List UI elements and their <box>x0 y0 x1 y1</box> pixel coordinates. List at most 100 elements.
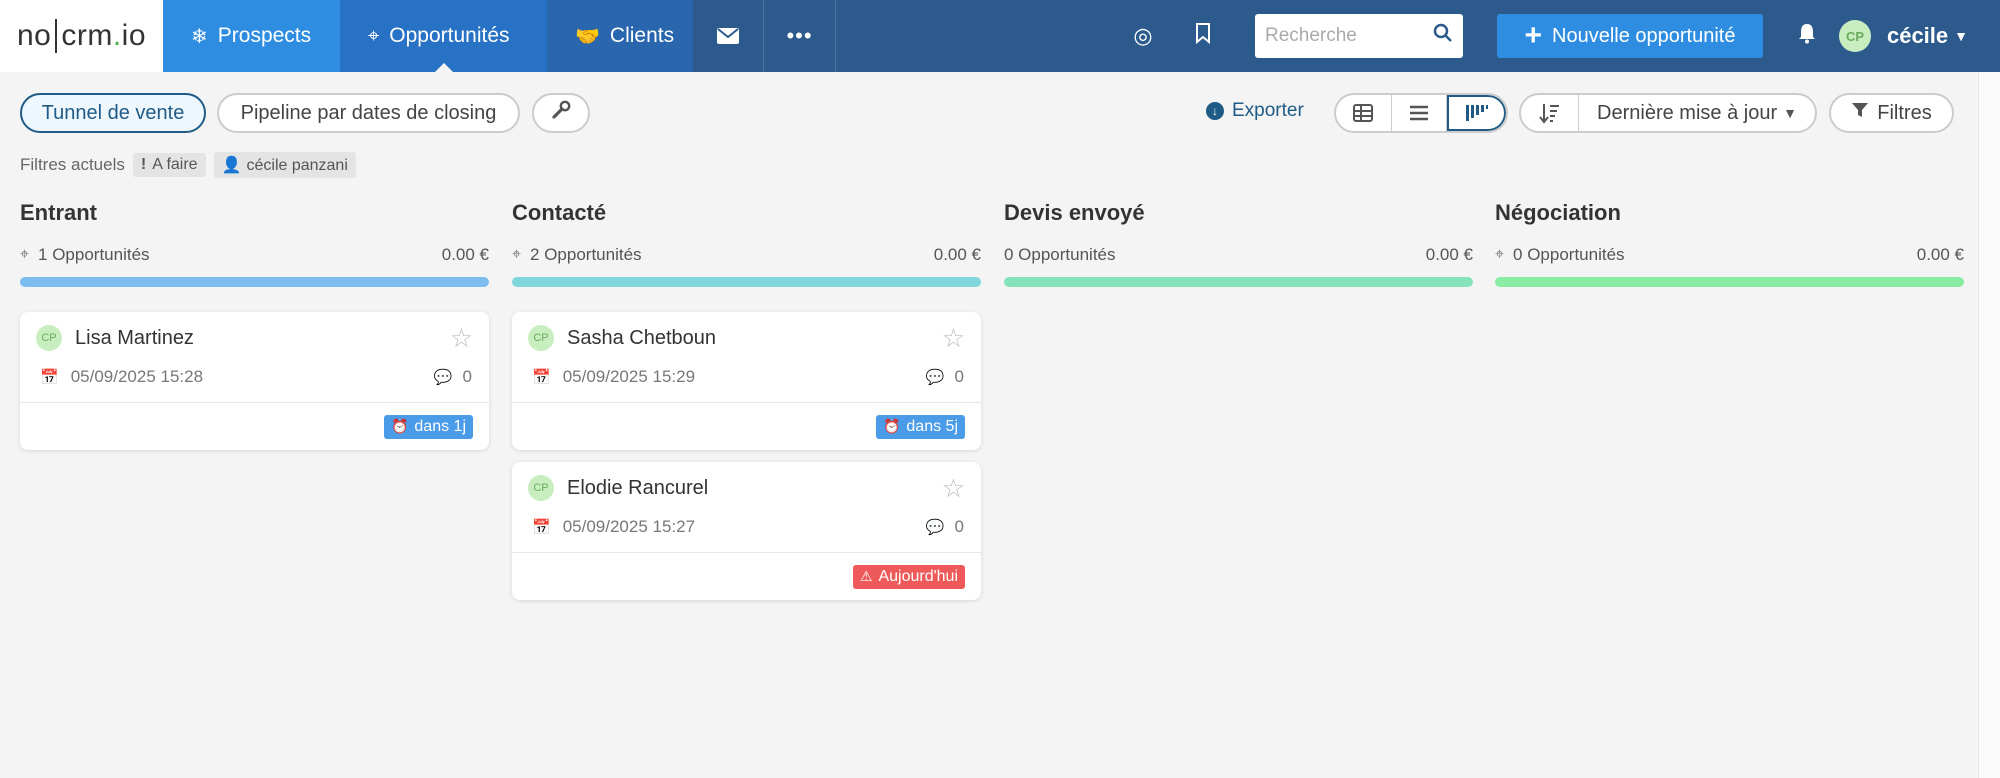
list-icon <box>1410 105 1428 121</box>
chip-label: A faire <box>152 156 198 173</box>
pipeline-settings-button[interactable] <box>532 93 590 133</box>
funnel-icon <box>1851 101 1869 125</box>
comment-icon: 💬 <box>433 369 453 386</box>
snowflake-icon: ❄ <box>191 25 208 48</box>
nav-mail-button[interactable] <box>693 0 764 72</box>
navbar-right: ◎ + Nouvelle opportunité CP cécile ▼ <box>1123 0 2000 72</box>
column-title: Contacté <box>512 200 607 225</box>
bookmark-icon[interactable] <box>1183 22 1223 50</box>
envelope-icon <box>717 28 739 44</box>
column-title: Entrant <box>20 200 97 225</box>
badge-label: Aujourd'hui <box>878 567 958 585</box>
table-icon <box>1353 104 1374 122</box>
comment-icon: 💬 <box>925 369 945 386</box>
filter-chip-user[interactable]: 👤 cécile panzani <box>213 152 356 178</box>
pipeline-column-entrant: Entrant ⌖ 1 Opportunités 0.00 € <box>20 200 489 287</box>
column-amount: 0.00 € <box>1916 245 1964 264</box>
handshake-icon: 🤝 <box>575 25 600 48</box>
view-table-button[interactable] <box>1336 95 1392 131</box>
sort-field-label: Dernière mise à jour <box>1597 101 1778 124</box>
target-icon[interactable]: ◎ <box>1123 23 1163 49</box>
column-color-bar <box>512 277 981 287</box>
comment-count: 0 <box>462 367 472 386</box>
opportunity-name[interactable]: Sasha Chetboun <box>567 327 942 350</box>
sort-control: Dernière mise à jour ▼ <box>1519 93 1817 133</box>
nocrm-logo[interactable]: no crm. io <box>0 0 163 72</box>
search-icon[interactable] <box>1433 23 1453 49</box>
star-icon[interactable]: ☆ <box>942 323 965 354</box>
current-filters-label: Filtres actuels <box>20 155 125 174</box>
filters-button[interactable]: Filtres <box>1829 93 1954 133</box>
reminder-badge: ⏰ dans 5j <box>875 414 965 439</box>
column-count: 0 Opportunités <box>1513 245 1625 264</box>
tab-tunnel-de-vente[interactable]: Tunnel de vente <box>20 93 206 133</box>
avatar: CP <box>1838 20 1871 52</box>
star-icon[interactable]: ☆ <box>450 323 473 354</box>
nav-tab-opportunites[interactable]: ⌖ Opportunités <box>340 0 547 72</box>
opportunity-card[interactable]: CP Sasha Chetboun ☆ 📅 05/09/2025 15:29 💬 0… <box>512 312 981 450</box>
search-input[interactable] <box>1264 25 1433 47</box>
nav-tab-label: Prospects <box>217 24 312 47</box>
tab-pipeline-dates-closing[interactable]: Pipeline par dates de closing <box>217 93 520 133</box>
opportunity-card[interactable]: CP Lisa Martinez ☆ 📅 05/09/2025 15:28 💬 0 … <box>20 312 489 450</box>
export-label: Exporter <box>1232 100 1304 121</box>
nav-tab-label: Clients <box>609 24 675 47</box>
column-color-bar <box>20 277 489 287</box>
column-title: Négociation <box>1495 200 1621 225</box>
user-menu[interactable]: CP cécile ▼ <box>1838 20 1968 52</box>
opportunity-name[interactable]: Lisa Martinez <box>75 327 450 350</box>
bell-icon[interactable] <box>1797 22 1817 50</box>
column-color-bar <box>1004 277 1473 287</box>
wrench-icon <box>551 100 571 126</box>
column-meta: 0 Opportunités 0.00 € <box>1004 245 1473 265</box>
star-icon[interactable]: ☆ <box>942 473 965 504</box>
warning-icon: ⚠ <box>859 568 873 584</box>
page-scrollbar[interactable] <box>1978 72 2000 778</box>
caret-down-icon: ▼ <box>1954 28 1968 44</box>
column-amount: 0.00 € <box>933 245 981 264</box>
column-meta: ⌖ 2 Opportunités 0.00 € <box>512 245 981 265</box>
tab-label: Tunnel de vente <box>41 101 185 124</box>
user-icon: 👤 <box>221 157 242 174</box>
reminder-badge: ⚠ Aujourd'hui <box>852 564 965 589</box>
new-opportunity-button[interactable]: + Nouvelle opportunité <box>1496 14 1763 58</box>
export-button[interactable]: ↓ Exporter <box>1206 100 1304 122</box>
filters-label: Filtres <box>1877 101 1932 124</box>
opportunity-card[interactable]: CP Elodie Rancurel ☆ 📅 05/09/2025 15:27 💬… <box>512 462 981 600</box>
pipeline-column-devis-envoye: Devis envoyé 0 Opportunités 0.00 € <box>1004 200 1473 287</box>
comment-count: 0 <box>954 517 964 536</box>
filter-chip-todo[interactable]: ! A faire <box>132 153 206 177</box>
new-opportunity-label: Nouvelle opportunité <box>1552 24 1736 47</box>
crosshair-icon: ⌖ <box>512 246 522 263</box>
sort-field-dropdown[interactable]: Dernière mise à jour ▼ <box>1579 95 1815 131</box>
view-switcher <box>1334 93 1508 133</box>
crosshair-icon: ⌖ <box>20 246 30 263</box>
nav-tab-clients[interactable]: 🤝 Clients <box>547 0 693 72</box>
nav-tab-prospects[interactable]: ❄ Prospects <box>163 0 340 72</box>
opportunity-name[interactable]: Elodie Rancurel <box>567 477 942 500</box>
ellipsis-icon: ••• <box>786 23 813 48</box>
plus-icon: + <box>1524 19 1542 52</box>
logo-part-no: no <box>16 19 52 52</box>
nav-more-button[interactable]: ••• <box>764 0 836 72</box>
sort-direction-button[interactable] <box>1521 95 1579 131</box>
column-count: 2 Opportunités <box>530 245 642 264</box>
logo-part-io: io <box>121 19 147 52</box>
current-filters: Filtres actuels ! A faire 👤 cécile panzani <box>20 152 356 178</box>
crosshair-icon: ⌖ <box>368 24 380 47</box>
badge-label: dans 5j <box>906 417 958 435</box>
comment-icon: 💬 <box>925 519 945 536</box>
column-amount: 0.00 € <box>1425 245 1473 264</box>
nav-tab-label: Opportunités <box>389 24 510 47</box>
opportunity-date: 05/09/2025 15:27 <box>562 517 696 536</box>
chip-label: cécile panzani <box>246 157 348 174</box>
comment-count: 0 <box>954 367 964 386</box>
view-list-button[interactable] <box>1392 95 1448 131</box>
opportunity-date: 05/09/2025 15:29 <box>562 367 696 386</box>
sort-amount-icon <box>1538 104 1559 124</box>
logo-bar <box>55 19 58 53</box>
avatar: CP <box>36 325 62 351</box>
view-kanban-button[interactable] <box>1447 95 1506 131</box>
calendar-icon: 📅 <box>532 519 551 536</box>
kanban-icon <box>1465 105 1488 121</box>
